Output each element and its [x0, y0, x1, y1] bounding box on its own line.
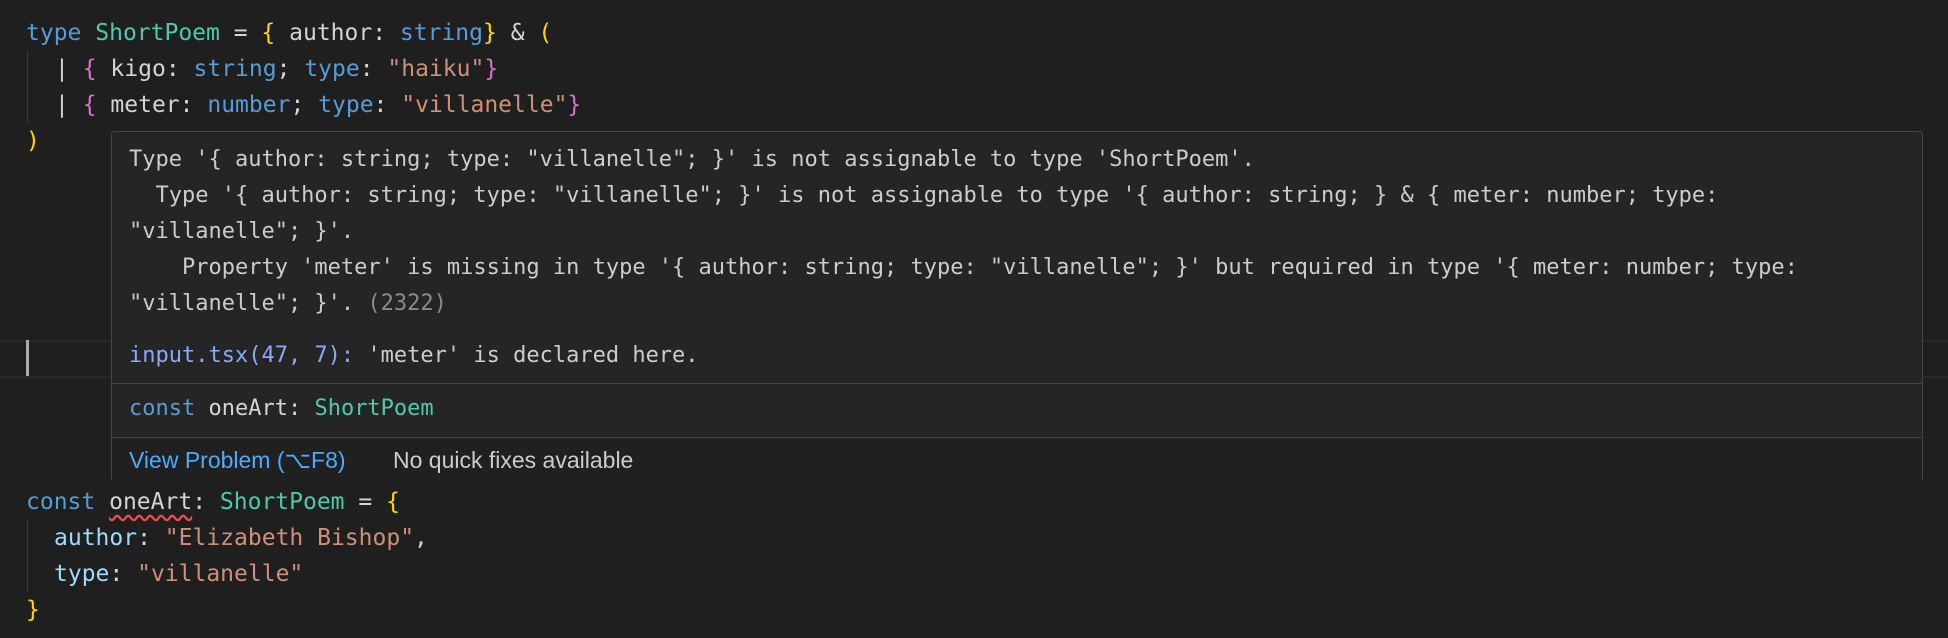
- variable-oneart-error[interactable]: oneArt: [109, 489, 192, 515]
- punct: :: [109, 561, 138, 587]
- punct: ;: [290, 92, 319, 118]
- number-type: number: [207, 92, 291, 118]
- sig-type: ShortPoem: [314, 396, 434, 421]
- prop-type: type: [318, 92, 374, 118]
- related-message: 'meter' is declared here.: [354, 343, 699, 368]
- string-type: string: [399, 20, 484, 46]
- brace-open: {: [261, 20, 276, 46]
- string-literal: "haiku": [387, 56, 485, 82]
- punct: ,: [414, 525, 428, 551]
- union-bar: |: [55, 92, 83, 118]
- brace-open: {: [82, 56, 97, 82]
- hover-tooltip: Type '{ author: string; type: "villanell…: [111, 131, 1923, 482]
- indent-guide: [27, 51, 28, 123]
- status-bar: View Problem (⌥F8) No quick fixes availa…: [112, 438, 1922, 482]
- error-line-1: Type '{ author: string; type: "villanell…: [129, 147, 1255, 172]
- code-line-author: author: "Elizabeth Bishop",: [54, 520, 428, 556]
- punct: :: [179, 92, 208, 118]
- prop-kigo: kigo: [96, 56, 166, 82]
- punct: ;: [276, 56, 305, 82]
- signature-line: const oneArt: ShortPoem: [129, 391, 434, 427]
- punct: :: [165, 56, 194, 82]
- prop-type: type: [304, 56, 360, 82]
- paren-open: (: [538, 20, 553, 46]
- code-line-2: | { kigo: string; type: "haiku"}: [55, 51, 498, 87]
- punct: :: [192, 489, 220, 515]
- prop-type: type: [54, 561, 110, 587]
- brace-close: }: [484, 56, 499, 82]
- sig-keyword: const: [129, 396, 196, 421]
- keyword-type: type: [26, 20, 82, 46]
- code-line-4: ): [26, 128, 40, 154]
- error-line-3: "villanelle"; }'.: [129, 219, 355, 244]
- related-info: input.tsx(47, 7): 'meter' is declared he…: [129, 338, 699, 374]
- brace-open: {: [82, 92, 97, 118]
- keyword-const: const: [26, 489, 96, 515]
- type-name: ShortPoem: [95, 20, 220, 46]
- error-line-5: "villanelle"; }'. (2322): [129, 286, 447, 322]
- punct: :: [373, 92, 402, 118]
- prop-author: author: [275, 20, 373, 46]
- code-line-3: | { meter: number; type: "villanelle"}: [55, 87, 581, 123]
- brace-close: }: [483, 20, 497, 46]
- text-cursor: [26, 340, 29, 376]
- error-line-2: Type '{ author: string; type: "villanell…: [129, 183, 1719, 208]
- sig-name: oneArt: [195, 396, 288, 421]
- amp: &: [496, 20, 539, 46]
- string-literal: "Elizabeth Bishop": [164, 525, 415, 551]
- punct: :: [359, 56, 388, 82]
- prop-meter: meter: [96, 92, 180, 118]
- related-location-link[interactable]: input.tsx(47, 7):: [129, 343, 354, 368]
- string-literal: "villanelle": [401, 92, 568, 118]
- punct: =: [219, 20, 262, 46]
- no-quick-fixes-label: No quick fixes available: [393, 447, 634, 473]
- code-line-const[interactable]: const oneArt: ShortPoem = {: [26, 484, 400, 520]
- string-type: string: [193, 56, 277, 82]
- view-problem-link[interactable]: View Problem (⌥F8): [129, 442, 346, 478]
- error-line-5-text: "villanelle"; }'.: [129, 291, 368, 316]
- error-line-4: Property 'meter' is missing in type '{ a…: [129, 255, 1798, 280]
- union-bar: |: [55, 56, 83, 82]
- punct: :: [372, 20, 400, 46]
- punct: =: [344, 489, 387, 515]
- sig-colon: :: [287, 396, 315, 421]
- type-ref: ShortPoem: [219, 489, 345, 515]
- code-line-type: type: "villanelle": [54, 556, 303, 592]
- brace-close: }: [567, 92, 582, 118]
- error-code: (2322): [367, 291, 447, 316]
- code-line-1: type ShortPoem = { author: string} & (: [26, 15, 552, 51]
- divider: [112, 383, 1922, 384]
- brace-open: {: [386, 489, 400, 515]
- string-literal: "villanelle": [137, 561, 304, 587]
- punct: :: [137, 525, 165, 551]
- code-line-close: }: [26, 597, 40, 623]
- prop-author: author: [54, 525, 138, 551]
- indent-guide: [27, 520, 28, 592]
